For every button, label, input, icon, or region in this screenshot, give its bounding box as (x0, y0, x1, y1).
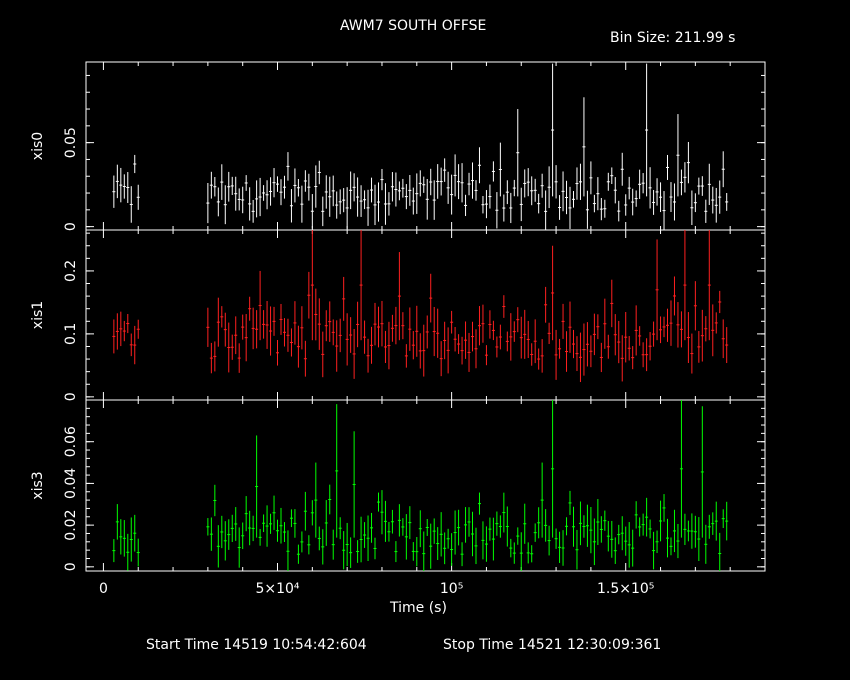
y-tick-label-xis3: 0.04 (63, 468, 79, 499)
series-xis1 (112, 230, 729, 383)
bin-size-label: Bin Size: 211.99 s (610, 30, 736, 46)
series-xis0 (112, 63, 729, 230)
y-axis-label-xis1: xis1 (30, 301, 46, 329)
y-tick-label-xis0: 0 (63, 222, 79, 231)
chart-title: AWM7 SOUTH OFFSE (340, 18, 487, 34)
y-tick-label-xis1: 0.2 (63, 260, 79, 282)
stop-time-label: Stop Time 14521 12:30:09:361 (443, 637, 662, 653)
panel-frame-xis1 (85, 229, 766, 401)
plot-labels: 0 0.05 xis0 0 0.1 0.2 xis1 0 0.02 0.04 0.06 xis3 0 5×… (30, 127, 654, 597)
y-tick-label-xis3: 0.06 (63, 426, 79, 457)
plot-axes (85, 61, 766, 572)
y-tick-label-xis3: 0 (63, 562, 79, 571)
light-curve-plot: 0 0.05 xis0 0 0.1 0.2 xis1 0 0.02 0.04 0.06 xis3 0 5×… (30, 61, 766, 597)
x-axis-label: Time (s) (390, 600, 447, 616)
y-tick-label-xis3: 0.02 (63, 510, 79, 541)
x-tick-label: 5×10⁴ (255, 581, 299, 597)
y-tick-label-xis1: 0.1 (63, 323, 79, 345)
series-xis3 (112, 400, 729, 571)
x-tick-label: 10⁵ (440, 581, 463, 597)
plot-series (112, 63, 729, 571)
x-tick-label: 0 (99, 581, 108, 597)
y-tick-label-xis1: 0 (63, 392, 79, 401)
start-time-label: Start Time 14519 10:54:42:604 (146, 637, 367, 653)
panel-frame-xis0 (85, 61, 766, 231)
x-tick-label: 1.5×10⁵ (597, 581, 654, 597)
y-axis-label-xis0: xis0 (30, 132, 46, 160)
panel-frame-xis3 (85, 399, 766, 572)
y-tick-label-xis0: 0.05 (63, 127, 79, 158)
y-axis-label-xis3: xis3 (30, 471, 46, 499)
